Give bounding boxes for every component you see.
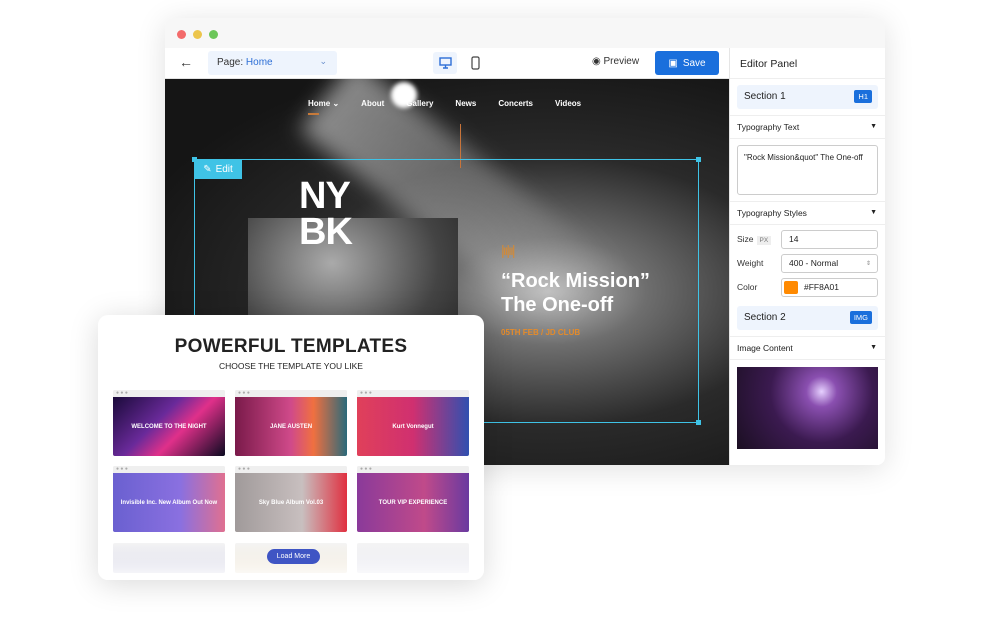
page-selector[interactable]: Page: Home ⌄	[208, 51, 337, 75]
weight-select[interactable]: 400 - Normal ⇕	[781, 253, 878, 273]
page-value: Home	[245, 57, 273, 68]
site-nav: Home ⌄ About Gallery News Concerts Video…	[308, 99, 581, 108]
nav-concerts[interactable]: Concerts	[498, 99, 533, 108]
back-arrow-icon[interactable]: ←	[179, 54, 193, 70]
h1-badge: H1	[854, 90, 872, 103]
pencil-icon: ✎	[203, 164, 212, 175]
template-thumbnail[interactable]: ● ● ● JANE AUSTEN	[235, 390, 347, 456]
chevron-down-icon: ⌄	[319, 56, 327, 66]
preview-button[interactable]: ◉ Preview	[592, 56, 639, 67]
resize-handle[interactable]	[696, 157, 701, 162]
maximize-window-button[interactable]	[209, 30, 218, 39]
color-input[interactable]: #FF8A01	[781, 277, 878, 297]
mobile-view-button[interactable]	[463, 52, 487, 74]
panel-title: Editor Panel	[730, 48, 885, 79]
edit-button[interactable]: ✎ Edit	[194, 160, 242, 179]
template-thumbnail[interactable]: ● ● ● Invisible Inc. New Album Out Now	[113, 466, 225, 532]
size-label: Size PX	[737, 234, 781, 245]
template-thumbnail[interactable]: ● ● ● TOUR VIP EXPERIENCE	[357, 466, 469, 532]
size-input[interactable]: 14	[781, 229, 878, 249]
typography-styles-accordion[interactable]: Typography Styles ▼	[730, 201, 885, 225]
image-content-accordion[interactable]: Image Content ▼	[730, 336, 885, 360]
updown-icon: ⇕	[865, 260, 871, 267]
weight-label: Weight	[737, 258, 764, 268]
nav-home[interactable]: Home ⌄	[308, 99, 339, 108]
color-swatch[interactable]	[784, 280, 798, 294]
color-label: Color	[737, 282, 758, 292]
caret-down-icon: ▼	[870, 344, 877, 351]
save-icon: ▣	[668, 57, 678, 69]
close-window-button[interactable]	[177, 30, 186, 39]
title-bar	[165, 18, 885, 48]
save-label: Save	[682, 57, 706, 69]
caret-down-icon: ▼	[870, 123, 877, 130]
typography-text-input[interactable]: "Rock Mission&quot" The One-off	[737, 145, 878, 195]
editor-panel: Editor Panel Section 1 H1 Typography Text…	[729, 48, 885, 465]
nav-videos[interactable]: Videos	[555, 99, 581, 108]
templates-card: POWERFUL TEMPLATES CHOOSE THE TEMPLATE Y…	[98, 315, 484, 580]
toolbar: ← Page: Home ⌄ ◉ Preview ▣ Save	[165, 48, 729, 79]
eye-icon: ◉	[592, 56, 601, 67]
nav-active-underline	[308, 113, 319, 115]
save-button[interactable]: ▣ Save	[655, 51, 719, 75]
template-thumbnail[interactable]: ● ● ● WELCOME TO THE NIGHT	[113, 390, 225, 456]
typography-text-accordion[interactable]: Typography Text ▼	[730, 115, 885, 139]
nav-about[interactable]: About	[361, 99, 384, 108]
template-thumbnail[interactable]: ● ● ● Sky Blue Album Vol.03	[235, 466, 347, 532]
desktop-icon	[438, 57, 452, 69]
img-badge: IMG	[849, 311, 872, 324]
load-more-button[interactable]: Load More	[267, 549, 320, 564]
templates-subtitle: CHOOSE THE TEMPLATE YOU LIKE	[219, 361, 363, 371]
desktop-view-button[interactable]	[433, 52, 457, 74]
page-label: Page:	[217, 57, 244, 68]
section-1[interactable]: Section 1 H1	[737, 85, 878, 109]
resize-handle[interactable]	[696, 420, 701, 425]
caret-down-icon: ▼	[870, 209, 877, 216]
preview-label: Preview	[603, 56, 640, 67]
image-preview[interactable]	[737, 367, 878, 449]
mobile-icon	[470, 56, 480, 70]
templates-title: POWERFUL TEMPLATES	[174, 336, 408, 357]
template-thumbnail[interactable]: ● ● ● Kurt Vonnegut	[357, 390, 469, 456]
nav-news[interactable]: News	[455, 99, 476, 108]
section-2[interactable]: Section 2 IMG	[737, 306, 878, 330]
minimize-window-button[interactable]	[193, 30, 202, 39]
nav-gallery[interactable]: Gallery	[406, 99, 433, 108]
